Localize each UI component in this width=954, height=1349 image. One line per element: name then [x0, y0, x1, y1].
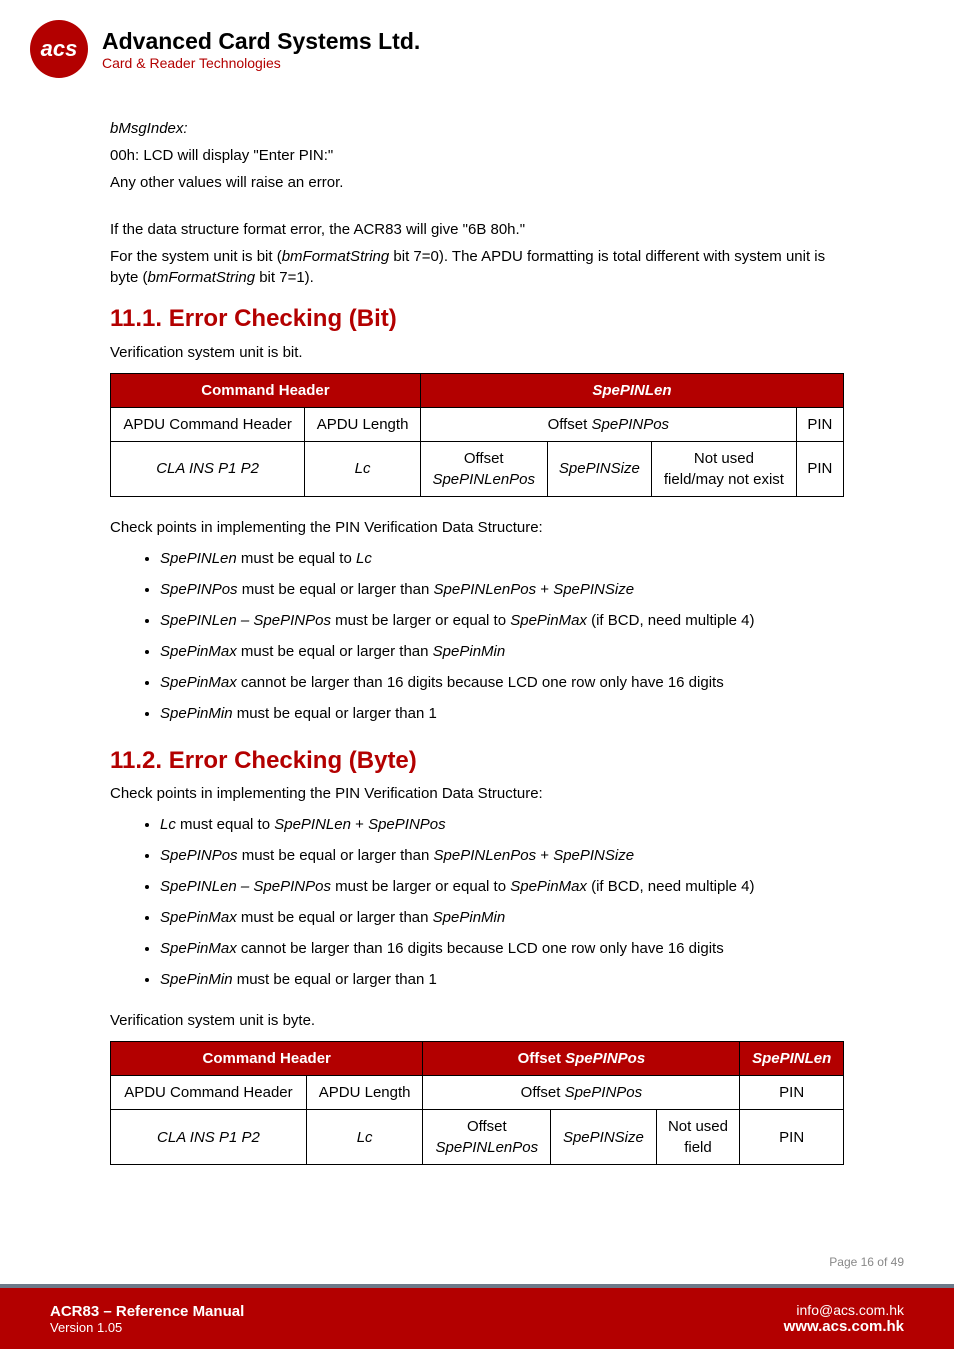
verify-byte: Verification system unit is byte. [110, 1010, 844, 1031]
footer-email: info@acs.com.hk [784, 1302, 904, 1318]
table-byte: Command Header Offset SpePINPos SpePINLe… [110, 1041, 844, 1165]
footer-right: info@acs.com.hk www.acs.com.hk [784, 1302, 904, 1335]
th2-offset-spepinpos: Offset SpePINPos [423, 1042, 740, 1076]
heading-11-2: 11.2. Error Checking (Byte) [110, 744, 844, 778]
td2-offset-spepinpos: Offset SpePINPos [423, 1076, 740, 1110]
td-not-used: Not usedfield/may not exist [652, 441, 797, 496]
intro-11-1: Verification system unit is bit. [110, 342, 844, 363]
footer-site: www.acs.com.hk [784, 1318, 904, 1335]
logo-text: acs [41, 36, 78, 62]
company-block: Advanced Card Systems Ltd. Card & Reader… [102, 28, 420, 71]
heading-11-1: 11.1. Error Checking (Bit) [110, 302, 844, 336]
list-item: SpePinMax cannot be larger than 16 digit… [160, 672, 844, 693]
company-name: Advanced Card Systems Ltd. [102, 28, 420, 55]
checkpoints-intro-11-1: Check points in implementing the PIN Ver… [110, 517, 844, 538]
th2-spepinlen: SpePINLen [740, 1042, 844, 1076]
bmsgindex-00h: 00h: LCD will display "Enter PIN:" [110, 145, 844, 166]
td-spepinsize: SpePINSize [547, 441, 651, 496]
bmsgindex-label: bMsgIndex: [110, 118, 844, 139]
list-item: SpePINLen – SpePINPos must be larger or … [160, 876, 844, 897]
td2-apdu-cmd-header: APDU Command Header [111, 1076, 307, 1110]
page-content: bMsgIndex: 00h: LCD will display "Enter … [0, 88, 954, 1165]
page-header: acs Advanced Card Systems Ltd. Card & Re… [0, 0, 954, 88]
td2-apdu-length: APDU Length [306, 1076, 423, 1110]
list-item: SpePinMin must be equal or larger than 1 [160, 969, 844, 990]
table-bit: Command Header SpePINLen APDU Command He… [110, 373, 844, 497]
list-item: SpePINLen must be equal to Lc [160, 548, 844, 569]
page-footer: ACR83 – Reference Manual Version 1.05 in… [0, 1284, 954, 1349]
td2-pin: PIN [740, 1076, 844, 1110]
list-item: SpePinMax must be equal or larger than S… [160, 641, 844, 662]
page-number: Page 16 of 49 [829, 1255, 904, 1269]
th-spepinlen: SpePINLen [420, 373, 843, 407]
footer-title: ACR83 – Reference Manual [50, 1303, 244, 1320]
format-error: If the data structure format error, the … [110, 219, 844, 240]
td-apdu-cmd-header: APDU Command Header [111, 407, 305, 441]
list-item: SpePinMin must be equal or larger than 1 [160, 703, 844, 724]
list-item: SpePinMax must be equal or larger than S… [160, 907, 844, 928]
bullets-11-1: SpePINLen must be equal to Lc SpePINPos m… [160, 548, 844, 724]
footer-left: ACR83 – Reference Manual Version 1.05 [50, 1303, 244, 1335]
td-offset-spepinlenpos: OffsetSpePINLenPos [420, 441, 547, 496]
list-item: SpePINPos must be equal or larger than S… [160, 845, 844, 866]
footer-version: Version 1.05 [50, 1320, 244, 1335]
td-offset-spepinpos: Offset SpePINPos [420, 407, 796, 441]
intro-11-2: Check points in implementing the PIN Ver… [110, 783, 844, 804]
td2-cla-ins: CLA INS P1 P2 [111, 1110, 307, 1165]
system-unit-note: For the system unit is bit (bmFormatStri… [110, 246, 844, 288]
th-command-header: Command Header [111, 373, 421, 407]
td2-spepinsize: SpePINSize [551, 1110, 656, 1165]
td2-offset-spepinlenpos: OffsetSpePINLenPos [423, 1110, 551, 1165]
td-pin: PIN [796, 407, 843, 441]
list-item: SpePINLen – SpePINPos must be larger or … [160, 610, 844, 631]
td-cla-ins: CLA INS P1 P2 [111, 441, 305, 496]
list-item: Lc must equal to SpePINLen + SpePINPos [160, 814, 844, 835]
bullets-11-2: Lc must equal to SpePINLen + SpePINPos Sp… [160, 814, 844, 990]
td2-not-used: Not usedfield [656, 1110, 740, 1165]
td-pin2: PIN [796, 441, 843, 496]
td2-lc: Lc [306, 1110, 423, 1165]
td2-pin2: PIN [740, 1110, 844, 1165]
th2-command-header: Command Header [111, 1042, 423, 1076]
tagline: Card & Reader Technologies [102, 55, 420, 71]
td-lc: Lc [305, 441, 421, 496]
logo-icon: acs [30, 20, 88, 78]
td-apdu-length: APDU Length [305, 407, 421, 441]
list-item: SpePinMax cannot be larger than 16 digit… [160, 938, 844, 959]
list-item: SpePINPos must be equal or larger than S… [160, 579, 844, 600]
bmsgindex-other: Any other values will raise an error. [110, 172, 844, 193]
